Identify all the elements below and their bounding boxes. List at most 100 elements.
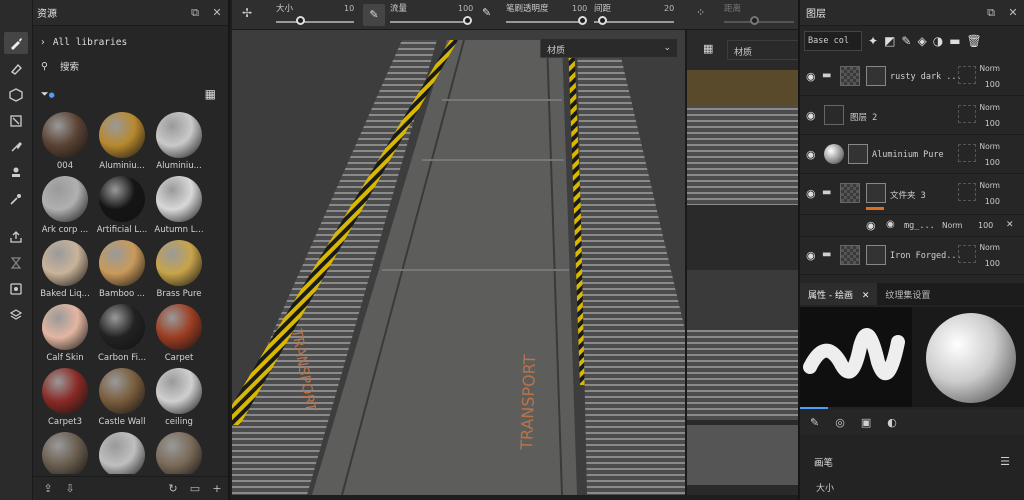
export-icon[interactable] <box>4 226 28 248</box>
layer-opacity[interactable]: 100 <box>985 259 1000 268</box>
smudge-tool[interactable] <box>4 136 28 158</box>
color-picker-tool[interactable] <box>4 188 28 210</box>
uv-grid-icon[interactable]: ▦ <box>703 42 713 55</box>
projection-tool[interactable] <box>4 84 28 106</box>
layer-opacity[interactable]: 100 <box>985 80 1000 89</box>
visibility-eye-icon[interactable]: ◉ <box>806 249 816 262</box>
close-icon[interactable]: ✕ <box>206 6 228 19</box>
layer-opacity[interactable]: 100 <box>985 119 1000 128</box>
3d-viewport[interactable]: TRANSPORT TRANSPORT 材质 ⌄ <box>232 30 685 495</box>
tab-texture-set-settings[interactable]: 纹理集设置 <box>877 283 938 305</box>
hourglass-icon[interactable] <box>4 252 28 274</box>
stencil-icon[interactable]: ▣ <box>861 416 871 429</box>
opacity-brush-icon[interactable]: ✎ <box>482 6 491 19</box>
layer-blend-mode[interactable]: Norm <box>980 181 1000 190</box>
uv-material-dropdown[interactable]: 材质 <box>727 40 798 60</box>
polygon-fill-tool[interactable] <box>4 110 28 132</box>
add-effect-icon[interactable]: ✦ <box>868 34 878 48</box>
add-mask-icon[interactable]: ◩ <box>884 34 895 48</box>
search-input[interactable]: 搜索 <box>60 59 79 73</box>
asset-tile[interactable]: Calf Skin <box>37 304 93 366</box>
remove-icon[interactable]: ✕ <box>1006 220 1014 230</box>
filter-icon[interactable]: ⏷● <box>41 89 55 100</box>
asset-tile[interactable]: Castle Wall <box>94 368 150 430</box>
add-paint-layer-icon[interactable]: ✎ <box>901 34 911 48</box>
add-folder-icon[interactable]: ▬ <box>949 34 960 48</box>
viewer-settings-icon[interactable] <box>4 304 28 326</box>
sub-layer-row[interactable]: ◉ ◉ mg_... Norm 100 ✕ <box>800 215 1024 237</box>
asset-tile[interactable]: Bamboo ... <box>94 240 150 302</box>
layer-blend-mode[interactable]: Norm <box>980 103 1000 112</box>
asset-tile[interactable]: Autumn L... <box>151 176 207 238</box>
asset-tile[interactable]: ceiling <box>151 368 207 430</box>
layer-opacity[interactable]: 100 <box>985 197 1000 206</box>
alpha-icon[interactable]: ◎ <box>835 416 845 429</box>
asset-tile[interactable]: Aluminiu... <box>151 112 207 174</box>
refresh-icon[interactable]: ↻ <box>162 482 184 495</box>
asset-tile[interactable]: Artificial L... <box>94 176 150 238</box>
undock-icon[interactable]: ⧉ <box>980 6 1002 20</box>
layer-row[interactable]: ◉ ▬ 文件夹 3 Norm 100 <box>800 175 1024 215</box>
viewport-material-dropdown[interactable]: 材质 ⌄ <box>540 38 678 58</box>
folder-icon[interactable]: ▭ <box>184 482 206 495</box>
sub-layer-opacity[interactable]: 100 <box>978 221 993 230</box>
layer-blend-mode[interactable]: Norm <box>980 64 1000 73</box>
grid-view-icon[interactable]: ▦ <box>205 87 216 101</box>
asset-tile[interactable]: Baked Liq... <box>37 240 93 302</box>
brush-opacity-slider[interactable] <box>506 21 586 23</box>
visibility-eye-icon[interactable]: ◉ <box>806 148 816 161</box>
layer-blend-mode[interactable]: Norm <box>980 243 1000 252</box>
flow-slider[interactable] <box>390 21 470 23</box>
brush-alignment-button[interactable]: ✎ <box>363 4 385 26</box>
asset-tile[interactable]: Ark corp ... <box>37 176 93 238</box>
eraser-tool[interactable] <box>4 58 28 80</box>
add-icon[interactable]: + <box>206 482 228 495</box>
lazy-mouse-icon[interactable]: ⁘ <box>696 6 705 19</box>
add-fill-layer-icon[interactable]: ◈ <box>917 34 926 48</box>
asset-tile[interactable]: Carbon Fi... <box>94 304 150 366</box>
layer-row[interactable]: ◉ ▬ rusty dark ... Norm 100 <box>800 58 1024 96</box>
material-icon[interactable]: ◐ <box>887 416 897 429</box>
2d-viewport[interactable]: ▦ 材质 <box>685 30 798 495</box>
add-smart-material-icon[interactable]: ◑ <box>933 34 943 48</box>
asset-tile[interactable]: Carpet <box>151 304 207 366</box>
brush-opacity-handle[interactable] <box>578 16 587 25</box>
layer-row[interactable]: ◉ 图层 2 Norm 100 <box>800 97 1024 135</box>
asset-tile[interactable] <box>151 432 207 474</box>
distance-slider[interactable] <box>724 21 794 23</box>
libraries-row[interactable]: › All libraries <box>33 30 228 54</box>
channel-select[interactable]: Base col <box>804 31 862 51</box>
size-slider[interactable] <box>276 21 354 23</box>
distance-slider-handle[interactable] <box>750 16 759 25</box>
tab-properties-paint[interactable]: 属性 - 绘画 ✕ <box>800 283 878 305</box>
brush-settings-icon[interactable]: ✎ <box>810 416 819 429</box>
import-icon[interactable]: ⇪ <box>37 482 59 495</box>
asset-tile[interactable]: Brass Pure <box>151 240 207 302</box>
visibility-eye-icon[interactable]: ◉ <box>806 187 816 200</box>
paint-brush-tool[interactable] <box>4 32 28 54</box>
asset-tile[interactable] <box>94 432 150 474</box>
layer-row[interactable]: ◉ ▬ Iron Forged... Norm 100 <box>800 237 1024 275</box>
layer-row[interactable]: ◉ Aluminium Pure Norm 100 <box>800 136 1024 174</box>
size-slider-handle[interactable] <box>296 16 305 25</box>
delete-layer-icon[interactable]: 🗑 <box>967 34 982 48</box>
library-icon[interactable]: ⇩ <box>59 482 81 495</box>
close-icon[interactable]: ✕ <box>862 291 870 301</box>
symmetry-icon[interactable]: ✢ <box>242 6 252 20</box>
flow-slider-handle[interactable] <box>463 16 472 25</box>
close-icon[interactable]: ✕ <box>1002 6 1024 19</box>
spacing-slider-handle[interactable] <box>598 16 607 25</box>
asset-tile[interactable] <box>37 432 93 474</box>
layer-opacity[interactable]: 100 <box>985 158 1000 167</box>
search-row[interactable]: ⚲ 搜索 <box>33 54 228 78</box>
visibility-eye-icon[interactable]: ◉ <box>806 70 816 83</box>
visibility-eye-icon[interactable]: ◉ <box>806 109 816 122</box>
asset-tile[interactable]: Carpet3 <box>37 368 93 430</box>
bake-icon[interactable] <box>4 278 28 300</box>
undock-icon[interactable]: ⧉ <box>184 6 206 20</box>
layer-blend-mode[interactable]: Norm <box>980 142 1000 151</box>
menu-icon[interactable]: ☰ <box>1000 455 1010 468</box>
asset-tile[interactable]: 004 <box>37 112 93 174</box>
clone-stamp-tool[interactable] <box>4 162 28 184</box>
visibility-eye-icon[interactable]: ◉ <box>866 219 876 232</box>
